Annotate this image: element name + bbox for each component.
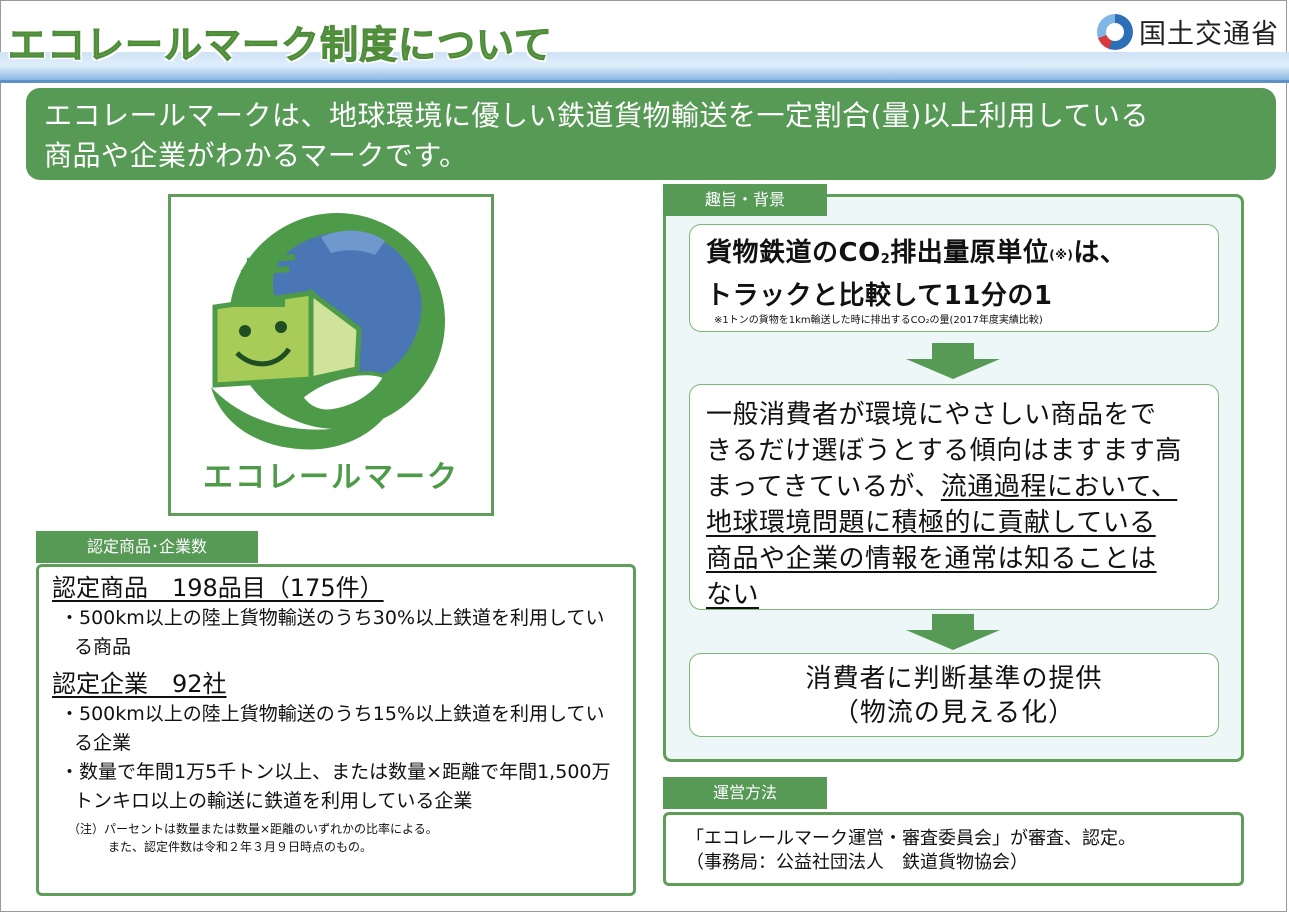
arrow-down-icon	[906, 343, 1000, 379]
tab-operation: 運営方法	[663, 777, 827, 809]
trend-line-2: きるだけ選ぼうとする傾向はますます高	[706, 436, 1182, 466]
operation-line-2: （事務局：公益社団法人 鉄道貨物協会）	[686, 852, 1028, 873]
conclusion-line-1: 消費者に判断基準の提供	[805, 664, 1103, 694]
note-line-1: （注）パーセントは数量または数量×距離のいずれかの比率による。	[68, 822, 438, 836]
co2-footnote: ※1トンの貨物を1km輸送した時に排出するCO₂の量(2017年度実績比較)	[714, 315, 1043, 326]
banner-line-1: エコレールマークは、地球環境に優しい鉄道貨物輸送を一定割合(量)以上利用している	[44, 99, 1150, 132]
co2-comparison-card: 貨物鉄道のCO2排出量原単位(※)は、 トラックと比較して11分の1 ※1トンの…	[689, 224, 1219, 332]
note-line-2: また、認定件数は令和２年３月９日時点のもの。	[108, 840, 373, 854]
page-title: エコレールマーク制度について	[8, 23, 553, 68]
trend-line-1: 一般消費者が環境にやさしい商品をで	[706, 400, 1157, 430]
conclusion-line-2: （物流の見える化）	[832, 698, 1076, 728]
intro-banner: エコレールマークは、地球環境に優しい鉄道貨物輸送を一定割合(量)以上利用している…	[26, 88, 1276, 180]
conclusion-card: 消費者に判断基準の提供 （物流の見える化）	[689, 653, 1219, 737]
certified-content: 認定商品 198品目（175件） ・500km以上の陸上貨物輸送のうち30%以上…	[52, 572, 622, 856]
companies-item-1: ・500km以上の陸上貨物輸送のうち15%以上鉄道を利用している企業	[60, 703, 605, 754]
ministry-brand: 国土交通省	[1097, 12, 1279, 51]
operation-panel: 「エコレールマーク運営・審査委員会」が審査、認定。 （事務局：公益社団法人 鉄道…	[663, 812, 1244, 886]
operation-line-1: 「エコレールマーク運営・審査委員会」が審査、認定。	[686, 828, 1136, 849]
co2-line-2: トラックと比較して11分の1	[706, 281, 1053, 311]
tab-purpose: 趣旨・背景	[663, 184, 827, 216]
banner-line-2: 商品や企業がわかるマークです。	[44, 139, 468, 172]
co2-line-1: 貨物鉄道のCO2排出量原単位(※)は、	[706, 238, 1127, 268]
ministry-name: 国土交通省	[1139, 19, 1279, 50]
trend-line-3: まってきているが、流通過程において、	[706, 472, 1178, 502]
tab-certified: 認定商品･企業数	[36, 531, 258, 563]
trend-line-4: 地球環境問題に積極的に貢献している	[706, 508, 1156, 538]
eco-rail-mark-logo: エコレールマーク	[168, 194, 494, 516]
companies-heading: 認定企業 92社	[52, 670, 227, 698]
arrow-down-icon	[906, 614, 1000, 650]
ministry-logo-icon	[1097, 13, 1133, 50]
companies-item-2: ・数量で年間1万5千トン以上、または数量×距離で年間1,500万トンキロ以上の輸…	[60, 761, 611, 812]
logo-caption: エコレールマーク	[203, 460, 459, 495]
products-heading: 認定商品 198品目（175件）	[52, 574, 384, 602]
trend-line-5: 商品や企業の情報を通常は知ることは	[706, 544, 1157, 574]
eco-rail-mark-icon: エコレールマーク	[203, 213, 459, 495]
header-band-line	[0, 80, 1289, 83]
trend-line-6: ない	[706, 580, 760, 610]
products-item-1: ・500km以上の陸上貨物輸送のうち30%以上鉄道を利用している商品	[60, 607, 605, 658]
consumer-trend-card: 一般消費者が環境にやさしい商品をで きるだけ選ぼうとする傾向はますます高 まって…	[689, 384, 1219, 610]
